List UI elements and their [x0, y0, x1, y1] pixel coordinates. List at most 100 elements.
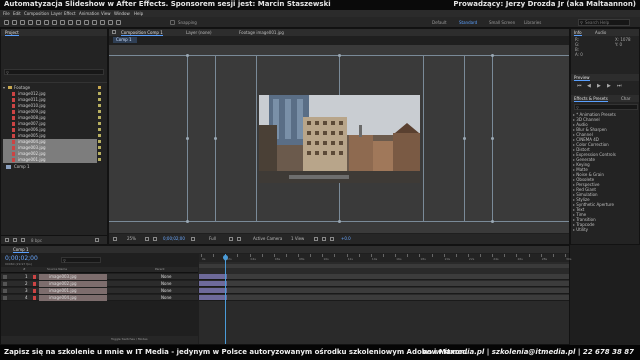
camera-select[interactable]: Active Camera	[253, 237, 282, 241]
table-row[interactable]: 3 image001.jpg None	[1, 288, 198, 294]
menu-window[interactable]: Window	[114, 11, 130, 16]
time-graph[interactable]: 0s 02s 04s 06s 08s 10s 12s 14s 16s 18s 20s 22s 24s 26…	[199, 253, 571, 344]
roto-tool-icon[interactable]	[108, 20, 113, 25]
last-frame-icon[interactable]: ⏭	[617, 84, 622, 89]
effects-category[interactable]: Utility	[573, 227, 588, 232]
playhead[interactable]	[225, 254, 227, 344]
table-row[interactable]: 4 image004.jpg None	[1, 295, 198, 301]
rotate-tool-icon[interactable]	[36, 20, 41, 25]
home-tool-icon[interactable]	[4, 20, 9, 25]
layer-duration-bar[interactable]	[199, 274, 228, 280]
pen-tool-icon[interactable]	[68, 20, 73, 25]
menu-edit[interactable]: Edit	[13, 11, 21, 16]
tab-comp1-timeline[interactable]: Comp 1	[13, 247, 29, 253]
layer-track[interactable]	[227, 288, 569, 294]
layer-handle[interactable]	[463, 137, 466, 140]
composition-image[interactable]	[259, 95, 420, 183]
exposure-value[interactable]: +0.0	[341, 237, 351, 241]
type-tool-icon[interactable]	[76, 20, 81, 25]
layer-parent[interactable]: None	[161, 275, 171, 279]
workspace-small-screen[interactable]: Small Screen	[489, 20, 515, 25]
layer-parent[interactable]: None	[161, 296, 171, 300]
camera-tool-icon[interactable]	[44, 20, 49, 25]
eraser-tool-icon[interactable]	[100, 20, 105, 25]
layer-handle[interactable]	[491, 220, 494, 223]
workspace-libraries[interactable]: Libraries	[524, 20, 541, 25]
snapping-checkbox-icon[interactable]	[170, 20, 175, 25]
eye-icon[interactable]	[3, 296, 7, 300]
tab-layer[interactable]: Layer (none)	[186, 30, 212, 35]
menu-file[interactable]: File	[3, 11, 10, 16]
search-help-input[interactable]: ⚲ Search Help	[578, 19, 630, 26]
layer-duration-bar[interactable]	[199, 295, 228, 301]
comp-subtab[interactable]: Comp 1	[113, 37, 137, 43]
new-composition-icon[interactable]	[21, 238, 25, 242]
work-area-bar[interactable]	[199, 264, 569, 268]
layer-duration-bar[interactable]	[199, 281, 228, 287]
layer-handle[interactable]	[186, 220, 189, 223]
tab-footage[interactable]: Footage image001.jpg	[239, 30, 284, 35]
layer-handle[interactable]	[214, 137, 217, 140]
layer-parent[interactable]: None	[161, 282, 171, 286]
layer-track[interactable]	[227, 281, 569, 287]
workspace-standard[interactable]: Standard	[459, 20, 477, 25]
project-search-input[interactable]: ⚲	[4, 69, 104, 75]
hand-tool-icon[interactable]	[20, 20, 25, 25]
selection-tool-icon[interactable]	[12, 20, 17, 25]
eye-icon[interactable]	[3, 275, 7, 279]
puppet-tool-icon[interactable]	[116, 20, 121, 25]
layer-handle[interactable]	[186, 137, 189, 140]
workspace-default[interactable]: Default	[432, 20, 447, 25]
menu-animation[interactable]: Animation	[79, 11, 99, 16]
mask-visibility-icon[interactable]	[153, 237, 157, 241]
snapshot-icon[interactable]	[191, 237, 195, 241]
viewer-timecode[interactable]: 0;00;02;00	[163, 237, 185, 241]
grid-icon[interactable]	[145, 237, 149, 241]
list-item[interactable]: image001.jpg	[3, 157, 101, 163]
menu-composition[interactable]: Composition	[24, 11, 49, 16]
flowchart-icon[interactable]	[330, 237, 334, 241]
layer-handle[interactable]	[338, 54, 341, 57]
layer-handle[interactable]	[491, 137, 494, 140]
always-preview-icon[interactable]	[113, 237, 117, 241]
menu-effect[interactable]: Effect	[64, 11, 76, 16]
layer-handle[interactable]	[491, 54, 494, 57]
tab-project[interactable]: Project	[5, 30, 19, 36]
zoom-tool-icon[interactable]	[28, 20, 33, 25]
timeline-search-input[interactable]: ⚲	[61, 257, 101, 263]
tab-info[interactable]: Info	[574, 30, 582, 36]
next-frame-icon[interactable]: ▶	[607, 84, 611, 89]
brush-tool-icon[interactable]	[84, 20, 89, 25]
layer-duration-bar[interactable]	[199, 288, 228, 294]
tab-preview[interactable]: Preview	[574, 75, 590, 81]
table-row[interactable]: 2 image002.jpg None	[1, 281, 198, 287]
composition-viewer[interactable]	[109, 45, 569, 233]
tab-effects-presets[interactable]: Effects & Presets	[574, 96, 608, 102]
region-of-interest-icon[interactable]	[229, 237, 233, 241]
list-item[interactable]: Comp 1	[3, 164, 97, 170]
effects-search-input[interactable]: ⚲	[574, 104, 638, 110]
pan-behind-tool-icon[interactable]	[52, 20, 57, 25]
layer-handle[interactable]	[338, 220, 341, 223]
trash-icon[interactable]	[95, 238, 99, 242]
tab-audio[interactable]: Audio	[595, 30, 606, 35]
menu-layer[interactable]: Layer	[51, 11, 62, 16]
toggle-pixel-aspect-icon[interactable]	[314, 237, 318, 241]
menu-view[interactable]: View	[101, 11, 111, 16]
eye-icon[interactable]	[3, 289, 7, 293]
prev-frame-icon[interactable]: ◀	[587, 84, 591, 89]
zoom-select[interactable]: 25%	[127, 237, 136, 241]
views-select[interactable]: 1 View	[291, 237, 304, 241]
clone-tool-icon[interactable]	[92, 20, 97, 25]
menu-help[interactable]: Help	[134, 11, 143, 16]
mask-tool-icon[interactable]	[60, 20, 65, 25]
new-folder-icon[interactable]	[13, 238, 17, 242]
layer-parent[interactable]: None	[161, 289, 171, 293]
layer-track[interactable]	[227, 295, 569, 301]
play-icon[interactable]: ▶	[597, 84, 601, 89]
first-frame-icon[interactable]: ⏮	[577, 84, 582, 89]
interpret-footage-icon[interactable]	[5, 238, 9, 242]
tab-composition[interactable]: Composition Comp 1	[121, 30, 163, 36]
footer-contact[interactable]: www.itmedia.pl | szkolenia@itmedia.pl | …	[423, 349, 634, 356]
table-row[interactable]: 1 image003.jpg None	[1, 274, 198, 280]
